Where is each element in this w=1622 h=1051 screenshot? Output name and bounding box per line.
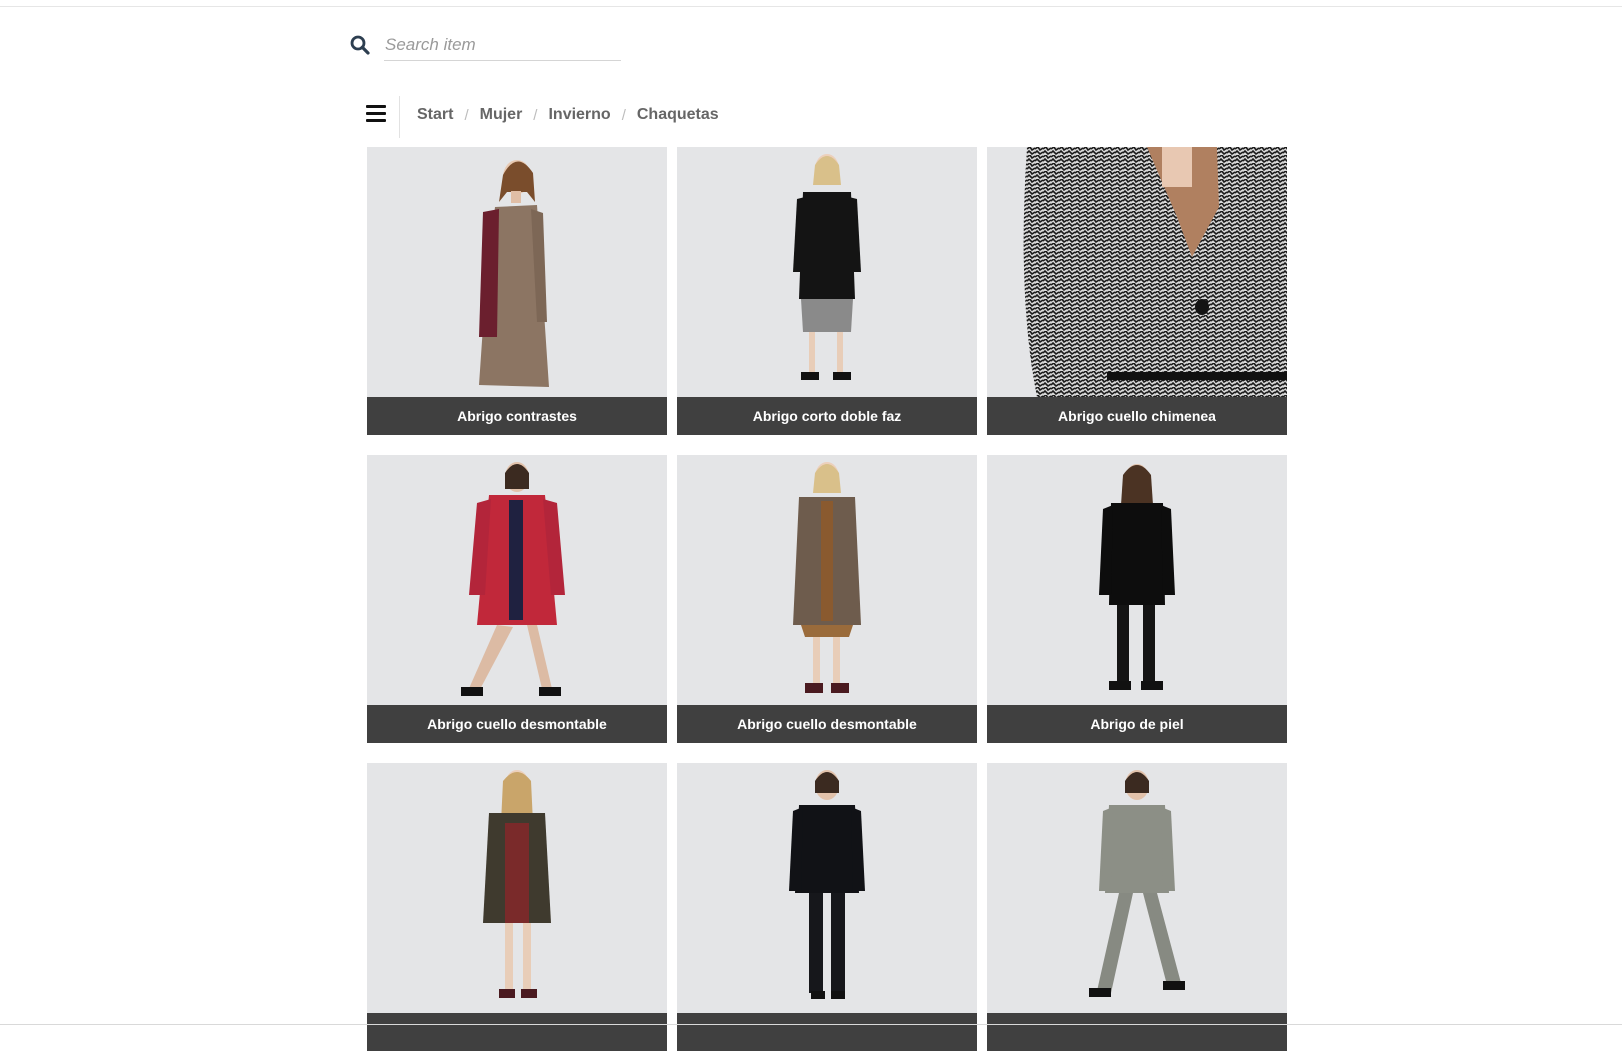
product-image xyxy=(367,147,667,397)
product-image xyxy=(367,763,667,1013)
product-card[interactable] xyxy=(367,763,667,1051)
product-card[interactable]: Abrigo cuello desmontable xyxy=(367,455,667,743)
product-card[interactable]: Abrigo cuello desmontable xyxy=(677,455,977,743)
product-title xyxy=(677,1013,977,1051)
product-title: Abrigo de piel xyxy=(987,705,1287,743)
product-card[interactable]: Abrigo de piel xyxy=(987,455,1287,743)
search-input[interactable] xyxy=(384,30,621,61)
product-title: Abrigo corto doble faz xyxy=(677,397,977,435)
product-image xyxy=(987,455,1287,705)
product-title: Abrigo cuello chimenea xyxy=(987,397,1287,435)
breadcrumb-start[interactable]: Start xyxy=(417,106,453,124)
product-title xyxy=(987,1013,1287,1051)
product-card[interactable] xyxy=(677,763,977,1051)
bottom-divider xyxy=(0,1024,1622,1025)
breadcrumb-mujer[interactable]: Mujer xyxy=(480,106,523,124)
product-card[interactable]: Abrigo cuello chimenea xyxy=(987,147,1287,435)
product-image xyxy=(677,763,977,1013)
search-bar xyxy=(350,30,622,62)
breadcrumb-invierno[interactable]: Invierno xyxy=(548,106,610,124)
breadcrumb-separator: / xyxy=(464,106,469,124)
product-image xyxy=(367,455,667,705)
nav-divider xyxy=(399,96,400,138)
product-title xyxy=(367,1013,667,1051)
breadcrumb-chaquetas[interactable]: Chaquetas xyxy=(637,106,719,124)
product-card[interactable] xyxy=(987,763,1287,1051)
menu-icon[interactable] xyxy=(366,105,386,125)
product-image xyxy=(987,147,1287,397)
search-icon[interactable] xyxy=(350,35,370,55)
product-image xyxy=(677,455,977,705)
navigation-bar: Start / Mujer / Invierno / Chaquetas xyxy=(366,96,1266,138)
breadcrumb-separator: / xyxy=(621,106,626,124)
product-image xyxy=(677,147,977,397)
product-title: Abrigo cuello desmontable xyxy=(677,705,977,743)
top-divider xyxy=(0,6,1622,7)
product-card[interactable]: Abrigo contrastes xyxy=(367,147,667,435)
breadcrumb: Start / Mujer / Invierno / Chaquetas xyxy=(417,106,719,124)
breadcrumb-separator: / xyxy=(533,106,538,124)
product-card[interactable]: Abrigo corto doble faz xyxy=(677,147,977,435)
product-title: Abrigo cuello desmontable xyxy=(367,705,667,743)
product-image xyxy=(987,763,1287,1013)
product-title: Abrigo contrastes xyxy=(367,397,667,435)
